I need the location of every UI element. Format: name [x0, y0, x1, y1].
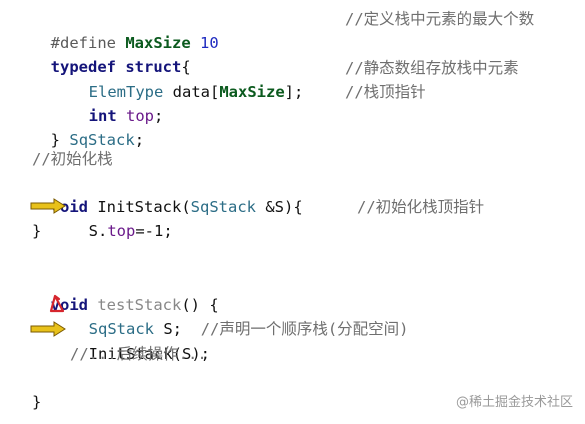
code-line-test-decl: SqStack S; //声明一个顺序栈(分配空间): [70, 293, 409, 338]
assign-expression: =-1;: [135, 222, 173, 240]
data-member: data[: [172, 83, 220, 101]
s-object: S.: [88, 222, 108, 240]
code-line-define: #define MaxSize 10: [32, 7, 219, 52]
code-line-member-top: int top;: [70, 80, 164, 125]
code-line-test-call: InitStack(S);: [70, 318, 210, 363]
init-body-comment: //初始化栈顶指针: [357, 198, 485, 216]
test-close-brace: }: [32, 393, 42, 411]
code-line-member-data: ElemType data[MaxSize];: [70, 56, 304, 101]
typedef-tail: ;: [134, 131, 145, 149]
macro-value: 10: [200, 34, 219, 52]
param-ref: &S){: [265, 198, 303, 216]
top-member-tail: ;: [154, 107, 164, 125]
init-close-brace: }: [32, 222, 42, 240]
code-line-typedef-close: } SqStack;: [32, 104, 144, 149]
code-line-typedef-open: typedef struct{: [32, 31, 191, 76]
watermark: @稀土掘金技术社区: [455, 395, 573, 410]
data-member-tail: ];: [284, 83, 304, 101]
member-top-comment: //栈顶指针: [345, 83, 426, 101]
code-line-test-signature: void testStack() {: [32, 269, 219, 314]
arrow-right-icon: [30, 321, 66, 337]
member-data-comment: //静态数组存放栈中元素: [345, 59, 519, 77]
code-line-init-signature: void InitStack(SqStack &S){: [32, 171, 303, 216]
top-field: top: [107, 222, 136, 240]
init-section-comment: //初始化栈: [32, 150, 113, 168]
sqstack-param-type: SqStack: [190, 198, 256, 216]
code-line-init-body: S.top=-1;: [70, 195, 173, 240]
maxsize-ref: MaxSize: [219, 83, 285, 101]
arrow-right-icon: [30, 198, 66, 214]
define-comment: //定义栈中元素的最大个数: [345, 10, 535, 28]
test-decl-comment: //声明一个顺序栈(分配空间): [200, 320, 409, 338]
delta-icon: [49, 294, 65, 313]
followup-comment: //...后续操作...: [70, 345, 207, 363]
